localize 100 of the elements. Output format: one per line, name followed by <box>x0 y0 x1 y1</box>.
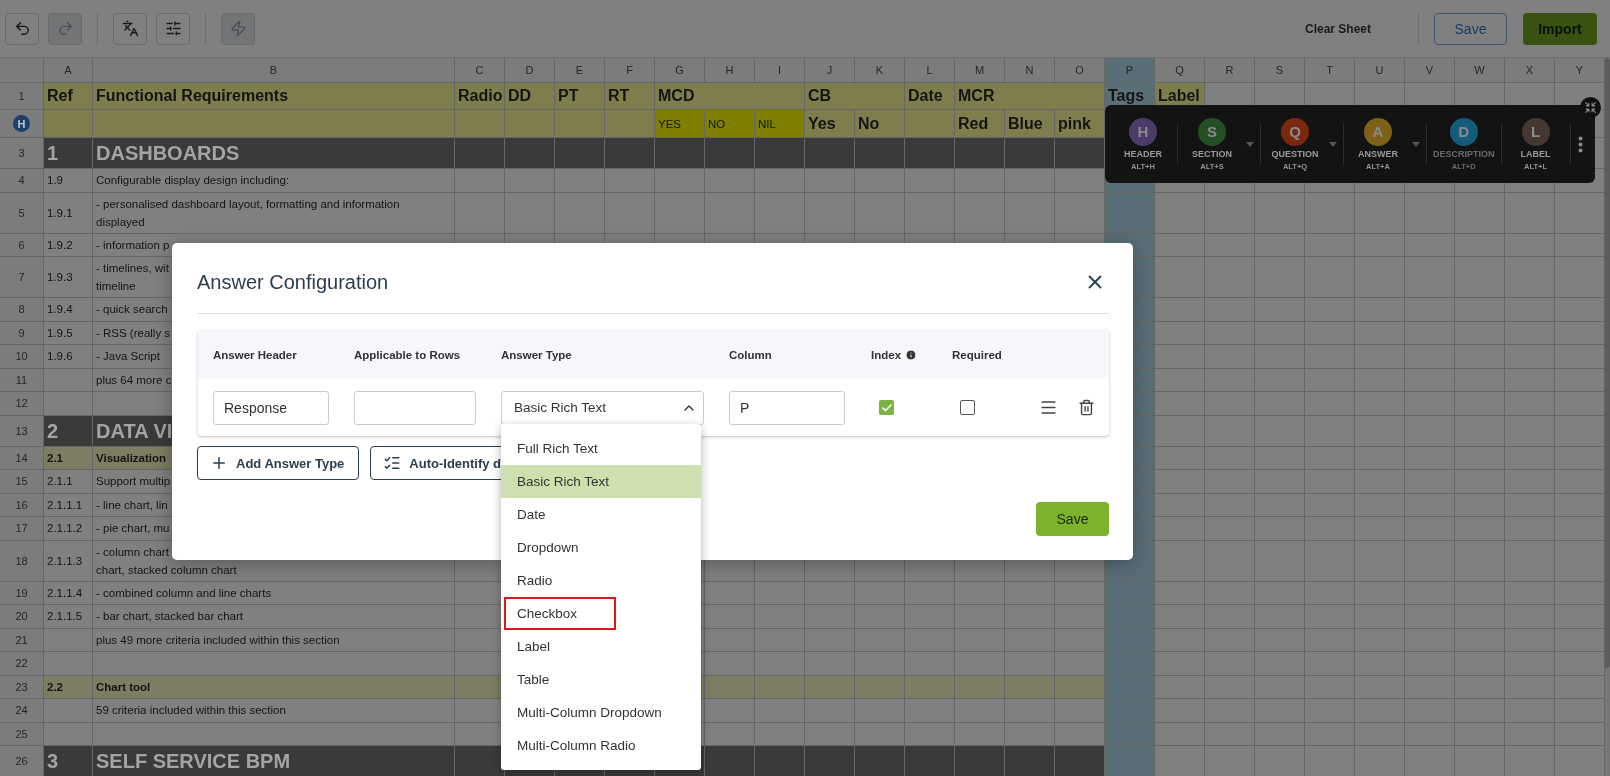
save-button[interactable]: Save <box>1036 502 1109 536</box>
clear-sheet-button[interactable]: Clear Sheet <box>1298 17 1377 40</box>
tool-label: DESCRIPTION <box>1433 148 1495 159</box>
required-checkbox[interactable] <box>960 400 975 415</box>
header-cell: Date <box>905 83 955 110</box>
header-cell: NO <box>705 110 755 138</box>
column-header[interactable]: P <box>1105 58 1155 83</box>
section-heading: 1 <box>44 138 93 169</box>
column-header[interactable]: N <box>1005 58 1055 83</box>
column-header[interactable]: D <box>505 58 555 83</box>
table-cell: 2.1.1.2 <box>44 517 93 541</box>
column-field[interactable]: P <box>729 390 845 425</box>
row-number: 23 <box>0 675 44 699</box>
answer-header-field[interactable]: Response <box>213 390 329 425</box>
row-number: 22 <box>0 652 44 676</box>
dropdown-option[interactable]: Table <box>501 663 701 696</box>
undo-button[interactable] <box>5 12 39 45</box>
header-cell: NIL <box>755 110 805 138</box>
column-header[interactable]: Y <box>1555 58 1605 83</box>
letter-badge: Q <box>1281 117 1309 146</box>
column-header[interactable]: U <box>1355 58 1405 83</box>
column-header[interactable]: R <box>1205 58 1255 83</box>
table-cell: Chart tool <box>93 675 455 699</box>
row-number: 3 <box>0 138 44 169</box>
dropdown-option[interactable]: Multi-Column Radio <box>501 729 701 762</box>
row-number: 8 <box>0 298 44 322</box>
sliders-icon <box>164 20 182 37</box>
row-number: 1 <box>0 83 44 110</box>
table-cell: - personalised dashboard layout, formatting and information displayed <box>93 192 455 234</box>
dropdown-option[interactable]: Radio <box>501 564 701 597</box>
table-cell: 1.9 <box>44 169 93 193</box>
table-cell: 2.1.1 <box>44 470 93 494</box>
column-header[interactable]: G <box>655 58 705 83</box>
column-label: Answer Type <box>501 348 573 361</box>
section-heading: DASHBOARDS <box>93 138 455 169</box>
save-button[interactable]: Save <box>1434 12 1507 45</box>
column-header[interactable]: J <box>805 58 855 83</box>
column-header[interactable]: C <box>455 58 505 83</box>
tool-label: QUESTION <box>1271 148 1319 159</box>
section-heading: 3 <box>44 746 93 776</box>
import-button[interactable]: Import <box>1523 12 1597 45</box>
column-header[interactable]: B <box>93 58 455 83</box>
column-header[interactable]: Q <box>1155 58 1205 83</box>
row-number: 10 <box>0 345 44 369</box>
row-number: 13 <box>0 415 44 447</box>
column-header[interactable]: O <box>1055 58 1105 83</box>
row-number: 17 <box>0 517 44 541</box>
column-header[interactable]: H <box>705 58 755 83</box>
letter-badge: A <box>1364 117 1392 146</box>
dropdown-option[interactable]: Date <box>501 498 701 531</box>
table-cell: 2.1.1.5 <box>44 605 93 629</box>
column-header[interactable]: F <box>605 58 655 83</box>
row-number: 15 <box>0 470 44 494</box>
column-header[interactable]: A <box>44 58 93 83</box>
index-checkbox[interactable] <box>879 400 894 415</box>
sliders-button[interactable] <box>156 12 190 45</box>
scrollbar[interactable] <box>1605 58 1610 668</box>
letter-badge: D <box>1449 117 1478 146</box>
column-header[interactable]: M <box>955 58 1005 83</box>
translate-button[interactable] <box>113 12 147 45</box>
more-button[interactable] <box>1578 135 1583 153</box>
header-cell: CB <box>805 83 905 110</box>
dropdown-option[interactable]: Dropdown <box>501 531 701 564</box>
column-header[interactable]: S <box>1255 58 1305 83</box>
column-header[interactable]: W <box>1455 58 1505 83</box>
dropdown-option[interactable]: Multi-Column Dropdown <box>501 696 701 729</box>
column-header[interactable]: V <box>1405 58 1455 83</box>
column-header[interactable]: K <box>855 58 905 83</box>
header-cell: pink <box>1055 110 1105 138</box>
dropdown-option[interactable]: Full Rich Text <box>501 432 701 465</box>
header-cell: Functional Requirements <box>93 83 455 110</box>
row-number: 4 <box>0 169 44 193</box>
dropdown-option[interactable]: Label <box>501 630 701 663</box>
column-header[interactable]: L <box>905 58 955 83</box>
table-cell: 2.1.1.1 <box>44 493 93 517</box>
row-number: 7 <box>0 257 44 298</box>
table-cell: 1.9.6 <box>44 345 93 369</box>
column-header[interactable]: T <box>1305 58 1355 83</box>
table-cell: - combined column and line charts <box>93 581 455 605</box>
add-answer-type-button[interactable]: Add Answer Type <box>197 446 360 480</box>
header-cell: RT <box>605 83 655 110</box>
row-number: 11 <box>0 368 44 392</box>
header-cell: MCD <box>655 83 805 110</box>
column-header[interactable]: X <box>1505 58 1555 83</box>
tool-label: SECTION <box>1192 148 1232 159</box>
answer-type-select[interactable]: Basic Rich Text <box>501 390 704 425</box>
table-cell: Configurable display design including: <box>93 169 455 193</box>
header-cell: Blue <box>1005 110 1055 138</box>
column-header[interactable]: I <box>755 58 805 83</box>
dropdown-option[interactable]: Basic Rich Text <box>501 465 701 498</box>
section-heading: SELF SERVICE BPM <box>93 746 455 776</box>
row-number: 16 <box>0 493 44 517</box>
dropdown-option[interactable]: Checkbox <box>501 597 701 630</box>
info-icon[interactable] <box>905 348 918 361</box>
rows-field[interactable] <box>354 390 476 425</box>
row-number: 12 <box>0 392 44 416</box>
lightning-icon <box>229 20 247 37</box>
table-cell: 1.9.4 <box>44 298 93 322</box>
table-cell: 1.9.1 <box>44 192 93 234</box>
column-header[interactable]: E <box>555 58 605 83</box>
